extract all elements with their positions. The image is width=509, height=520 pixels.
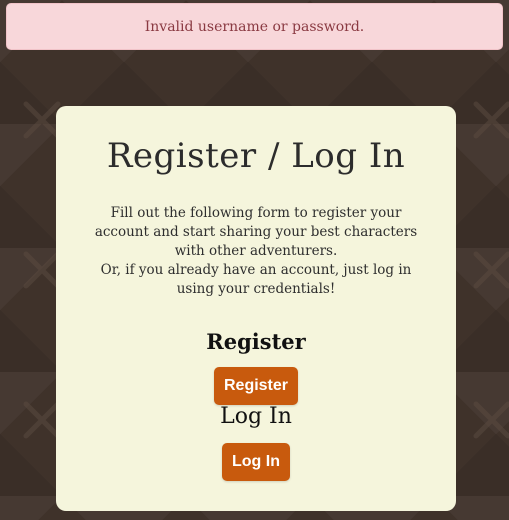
crossed-swords-icon [473, 401, 509, 439]
crossed-swords-icon [473, 251, 509, 289]
error-message: Invalid username or password. [144, 18, 365, 35]
description-intro: Fill out the following form to register … [94, 205, 418, 259]
register-heading: Register [206, 329, 306, 354]
login-button[interactable]: Log In [222, 443, 290, 481]
page-title: Register / Log In [106, 136, 406, 176]
error-alert: Invalid username or password. [6, 3, 503, 50]
description-login-hint: Or, if you already have an account, just… [100, 262, 412, 297]
crossed-swords-icon [473, 101, 509, 139]
auth-card: Register / Log In Fill out the following… [56, 106, 456, 511]
register-button[interactable]: Register [214, 367, 298, 405]
card-description: Fill out the following form to register … [84, 204, 428, 299]
login-heading: Log In [220, 404, 292, 429]
